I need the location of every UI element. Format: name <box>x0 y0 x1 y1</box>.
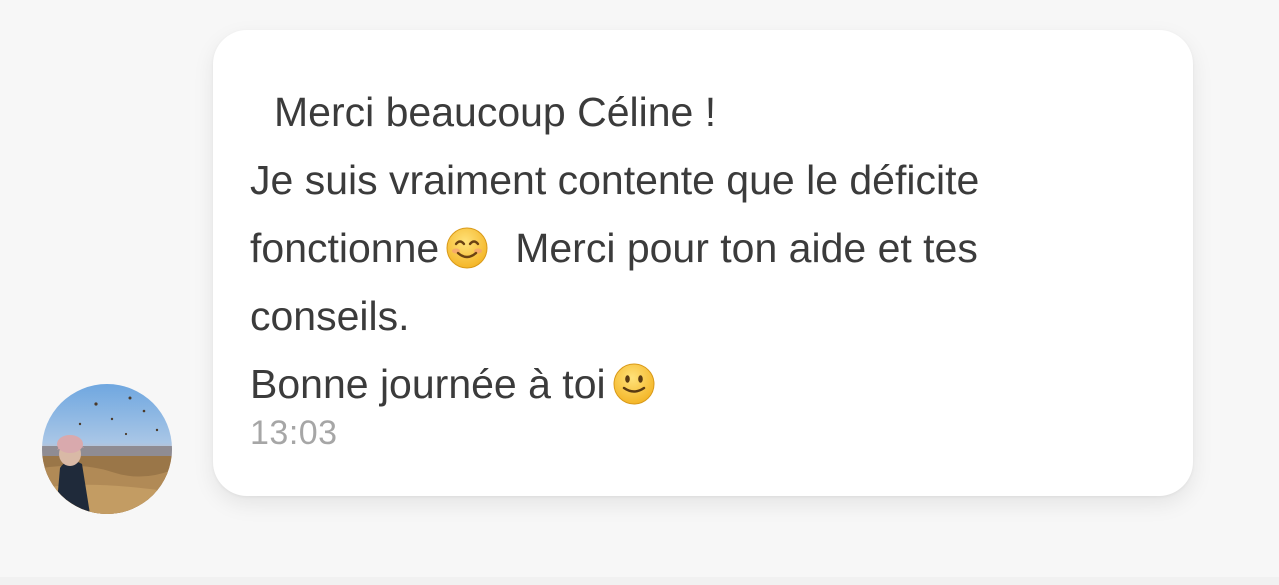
avatar[interactable] <box>42 384 172 514</box>
message-line-3: fonctionne Merci pour ton aide et tes <box>250 214 1163 282</box>
avatar-photo <box>42 384 172 514</box>
smiling-face-with-smiling-eyes-icon <box>445 226 489 270</box>
message-line-5-text: Bonne journée à toi <box>250 361 606 407</box>
message-line-2: Je suis vraiment contente que le déficit… <box>250 157 980 203</box>
message-line-4: conseils. <box>250 293 410 339</box>
message-text: Merci beaucoup Céline ! Je suis vraiment… <box>250 78 1163 418</box>
message-timestamp: 13:03 <box>250 414 338 452</box>
message-line-3-end: Merci pour ton aide et tes <box>515 225 978 271</box>
message-line-3-start: fonctionne <box>250 225 440 271</box>
message-line-1: Merci beaucoup Céline ! <box>274 89 717 135</box>
message-line-5: Bonne journée à toi <box>250 350 1163 418</box>
slightly-smiling-face-icon <box>612 362 656 406</box>
message-bubble[interactable]: Merci beaucoup Céline ! Je suis vraiment… <box>213 30 1193 496</box>
bottom-divider <box>0 577 1279 585</box>
